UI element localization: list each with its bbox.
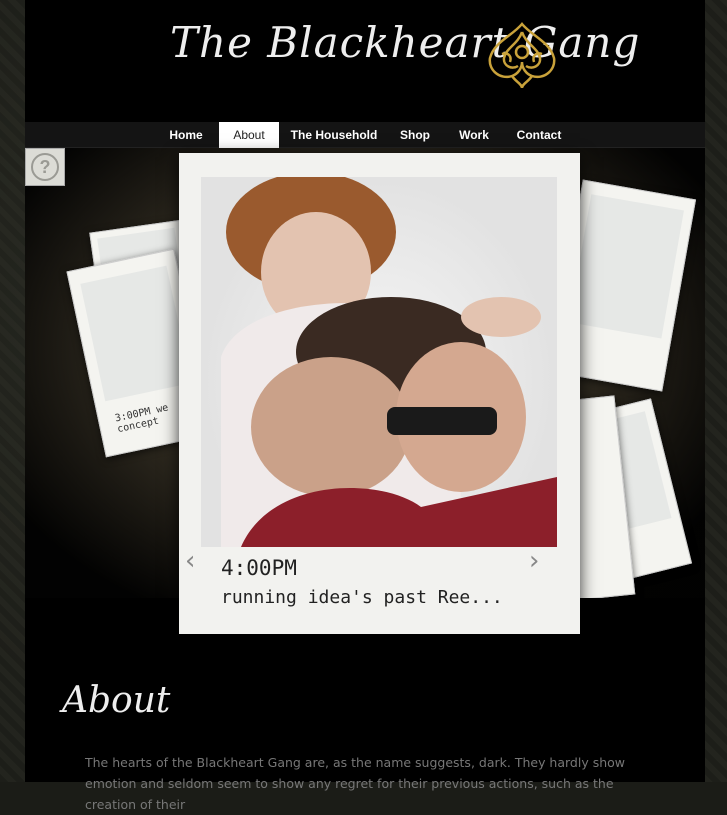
about-heading: About: [62, 680, 171, 721]
featured-photo: [201, 177, 557, 547]
about-body-text: The hearts of the Blackheart Gang are, a…: [85, 755, 626, 812]
photo-caption-text: running idea's past Ree...: [221, 587, 503, 608]
group-photo-illustration: [221, 177, 557, 547]
help-button[interactable]: ?: [25, 148, 65, 186]
nav-item-home[interactable]: Home: [160, 122, 212, 148]
nav-item-household[interactable]: The Household: [288, 122, 380, 148]
photo-caption-time: 4:00PM: [221, 556, 297, 580]
nav-item-shop[interactable]: Shop: [394, 122, 436, 148]
page: The Blackheart Gang Home About The House…: [25, 0, 705, 812]
nav-item-work[interactable]: Work: [453, 122, 495, 148]
site-header: The Blackheart Gang: [25, 0, 705, 122]
featured-polaroid: ‹ › 4:00PM running idea's past Ree...: [179, 153, 580, 634]
chevron-right-icon[interactable]: ›: [529, 546, 539, 576]
nav-item-contact[interactable]: Contact: [513, 122, 565, 148]
nav-item-about[interactable]: About: [219, 122, 279, 148]
site-logo-text[interactable]: The Blackheart Gang: [170, 18, 640, 67]
ornate-heart-emblem-icon: [488, 22, 556, 89]
main-nav: Home About The Household Shop Work Conta…: [25, 122, 705, 148]
chevron-left-icon[interactable]: ‹: [185, 546, 195, 576]
question-mark-icon: ?: [31, 153, 59, 181]
